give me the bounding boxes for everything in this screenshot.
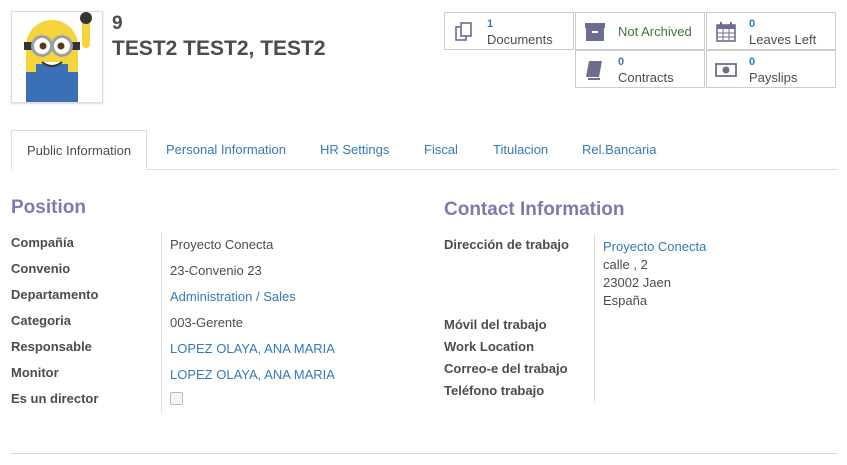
stat-buttons: 1 Documents Not Archived 0 Leaves Left 0 — [444, 12, 837, 90]
calendar-icon — [716, 22, 736, 42]
money-icon — [715, 63, 737, 77]
work-address-country: España — [603, 293, 648, 308]
manager-link[interactable]: LOPEZ OLAYA, ANA MARIA — [170, 341, 335, 356]
contracts-button[interactable]: 0 Contracts — [575, 50, 705, 88]
tab-personal-information[interactable]: Personal Information — [166, 130, 286, 169]
monitor-label: Monitor — [11, 365, 59, 380]
employee-name: TEST2 TEST2, TEST2 — [112, 37, 326, 60]
position-divider — [161, 232, 162, 413]
director-label: Es un director — [11, 391, 99, 406]
convenio-value: 23-Convenio 23 — [170, 263, 262, 278]
contact-title: Contact Information — [444, 199, 625, 220]
work-address-label: Dirección de trabajo — [444, 237, 569, 252]
leaves-button[interactable]: 0 Leaves Left — [706, 12, 836, 50]
tab-titulacion[interactable]: Titulacion — [493, 130, 548, 169]
book-icon — [586, 61, 602, 80]
director-checkbox[interactable] — [170, 392, 183, 405]
company-value: Proyecto Conecta — [170, 237, 274, 252]
work-phone-label: Teléfono trabajo — [444, 383, 545, 398]
contact-divider — [594, 234, 595, 402]
payslips-count: 0 — [749, 56, 756, 68]
archive-toggle-button[interactable]: Not Archived — [575, 12, 705, 50]
position-title: Position — [11, 197, 86, 218]
work-location-label: Work Location — [444, 339, 535, 354]
tab-hr-settings[interactable]: HR Settings — [320, 130, 389, 169]
department-link[interactable]: Administration / Sales — [170, 289, 296, 304]
payslips-label: Payslips — [749, 70, 798, 85]
documents-label: Documents — [487, 32, 553, 47]
leaves-count: 0 — [749, 18, 756, 30]
monitor-link[interactable]: LOPEZ OLAYA, ANA MARIA — [170, 367, 335, 382]
mobile-label: Móvil del trabajo — [444, 317, 547, 332]
tab-public-information[interactable]: Public Information — [11, 130, 148, 170]
manager-label: Responsable — [11, 339, 92, 354]
bottom-divider — [11, 453, 837, 454]
category-label: Categoria — [11, 313, 71, 328]
employee-id: 9 — [112, 13, 123, 34]
tab-rel-bancaria[interactable]: Rel.Bancaria — [582, 130, 656, 169]
files-icon — [455, 22, 472, 41]
leaves-label: Leaves Left — [749, 32, 817, 47]
department-label: Departamento — [11, 287, 99, 302]
tab-fiscal[interactable]: Fiscal — [424, 130, 458, 169]
work-address-city: 23002 Jaen — [603, 275, 671, 290]
minion-image — [12, 12, 102, 102]
documents-count: 1 — [487, 18, 494, 30]
archive-icon — [585, 23, 605, 41]
employee-avatar[interactable] — [11, 11, 103, 103]
archive-status-label: Not Archived — [618, 24, 692, 39]
documents-button[interactable]: 1 Documents — [444, 12, 574, 50]
work-address-street: calle , 2 — [603, 257, 648, 272]
contracts-label: Contracts — [618, 70, 674, 85]
company-label: Compañía — [11, 235, 74, 250]
category-value: 003-Gerente — [170, 315, 243, 330]
payslips-button[interactable]: 0 Payslips — [706, 50, 836, 88]
work-email-label: Correo-e del trabajo — [444, 361, 568, 376]
tab-bar: Public Information Personal Information … — [11, 130, 837, 170]
convenio-label: Convenio — [11, 261, 71, 276]
work-address-company-link[interactable]: Proyecto Conecta — [603, 239, 706, 254]
contracts-count: 0 — [618, 56, 625, 68]
